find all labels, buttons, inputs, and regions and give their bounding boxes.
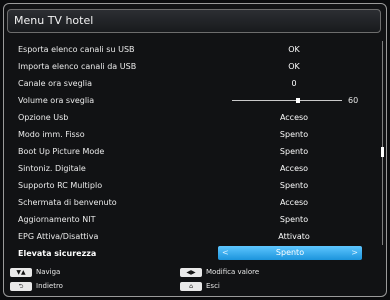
- scrollbar-thumb[interactable]: [381, 147, 384, 157]
- setting-row-wakeup-channel[interactable]: Canale ora sveglia 0: [18, 75, 370, 92]
- setting-value: Acceso: [279, 164, 309, 173]
- setting-value: OK: [288, 45, 300, 54]
- home-icon: ⌂: [180, 282, 202, 291]
- setting-label: Schermata di benvenuto: [18, 198, 117, 207]
- setting-row-usb-option[interactable]: Opzione Usb Acceso: [18, 109, 370, 126]
- setting-label: Canale ora sveglia: [18, 79, 93, 88]
- setting-row-fixed-picture-mode[interactable]: Modo imm. Fisso Spento: [18, 126, 370, 143]
- return-arrow-icon: ⮌: [10, 282, 32, 291]
- setting-label: Sintoniz. Digitale: [18, 164, 86, 173]
- selected-value-box[interactable]: < Spento >: [218, 246, 362, 260]
- setting-label: Supporto RC Multiplo: [18, 181, 103, 190]
- setting-label: Modo imm. Fisso: [18, 130, 85, 139]
- chevron-right-icon[interactable]: >: [351, 246, 358, 260]
- setting-label: Volume ora sveglia: [18, 96, 95, 105]
- left-right-arrows-icon: ◀▶: [180, 268, 202, 277]
- setting-label: Aggiornamento NIT: [18, 215, 96, 224]
- footer-modify-label: Modifica valore: [206, 268, 260, 276]
- hotel-tv-menu-screen: Menu TV hotel Esporta elenco canali su U…: [3, 3, 387, 297]
- setting-value: Spento: [279, 215, 309, 224]
- footer-exit-label: Esci: [206, 282, 220, 290]
- setting-row-wakeup-volume[interactable]: Volume ora sveglia 60: [18, 92, 370, 109]
- setting-row-digital-tuner[interactable]: Sintoniz. Digitale Acceso: [18, 160, 370, 177]
- volume-slider[interactable]: [232, 98, 342, 103]
- setting-row-high-security[interactable]: Elevata sicurezza < Spento >: [18, 245, 370, 262]
- setting-label: Importa elenco canali da USB: [18, 62, 137, 71]
- setting-label: EPG Attiva/Disattiva: [18, 232, 99, 241]
- setting-row-import-usb[interactable]: Importa elenco canali da USB OK: [18, 58, 370, 75]
- footer-back-label: Indietro: [36, 282, 63, 290]
- menu-title: Menu TV hotel: [14, 14, 94, 27]
- setting-label: Opzione Usb: [18, 113, 69, 122]
- scrollbar[interactable]: [381, 41, 384, 245]
- setting-value: Spento: [279, 181, 309, 190]
- setting-value: Spento: [279, 147, 309, 156]
- setting-value: Attivato: [278, 232, 310, 241]
- footer-navigate-label: Naviga: [36, 268, 61, 276]
- setting-row-welcome-screen[interactable]: Schermata di benvenuto Acceso: [18, 194, 370, 211]
- footer-help: ▼▲ Naviga ⮌ Indietro ◀▶ Modifica valore …: [4, 266, 386, 296]
- setting-value: Spento: [279, 130, 309, 139]
- setting-value: Acceso: [279, 198, 309, 207]
- setting-label: Elevata sicurezza: [18, 249, 97, 258]
- setting-row-nit-update[interactable]: Aggiornamento NIT Spento: [18, 211, 370, 228]
- volume-slider-knob[interactable]: [296, 98, 300, 103]
- volume-value: 60: [348, 96, 359, 105]
- setting-value: OK: [288, 62, 300, 71]
- setting-value: Spento: [275, 248, 305, 257]
- up-down-arrows-icon: ▼▲: [10, 268, 32, 277]
- setting-row-epg[interactable]: EPG Attiva/Disattiva Attivato: [18, 228, 370, 245]
- scrollbar-track: [382, 41, 383, 245]
- setting-row-export-usb[interactable]: Esporta elenco canali su USB OK: [18, 41, 370, 58]
- setting-row-multi-rc[interactable]: Supporto RC Multiplo Spento: [18, 177, 370, 194]
- menu-title-bar: Menu TV hotel: [7, 9, 381, 33]
- setting-label: Boot Up Picture Mode: [18, 147, 105, 156]
- settings-list: Esporta elenco canali su USB OK Importa …: [18, 41, 370, 262]
- setting-label: Esporta elenco canali su USB: [18, 45, 135, 54]
- setting-row-boot-picture-mode[interactable]: Boot Up Picture Mode Spento: [18, 143, 370, 160]
- setting-value: Acceso: [279, 113, 309, 122]
- setting-value: 0: [291, 79, 297, 88]
